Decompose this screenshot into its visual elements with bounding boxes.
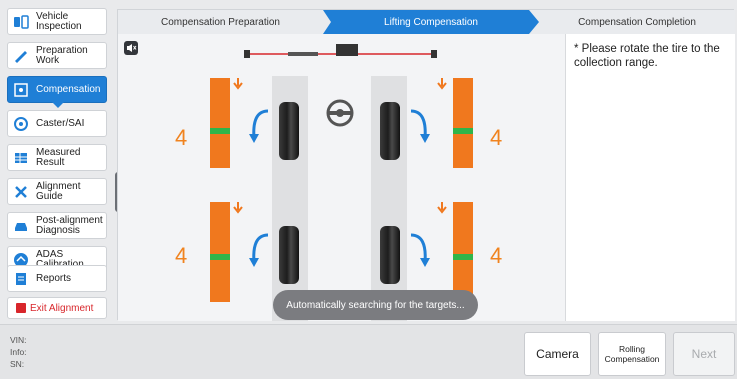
vin-label: VIN: xyxy=(10,335,27,345)
sidebar-item-label: Preparation Work xyxy=(36,44,88,66)
front-right-tire xyxy=(380,102,400,160)
top-target-bar xyxy=(244,44,437,58)
sidebar-item-label: Caster/SAI xyxy=(36,117,85,129)
front-left-target-bar xyxy=(210,78,230,168)
sidebar-item-measured-result[interactable]: Measured Result xyxy=(7,144,107,171)
target-icon xyxy=(12,81,30,99)
sidebar-item-label: Alignment Guide xyxy=(36,180,81,202)
car-diagnosis-icon xyxy=(12,217,30,235)
sidebar-item-post-alignment-diagnosis[interactable]: Post-alignment Diagnosis xyxy=(7,212,107,239)
front-left-value: 4 xyxy=(175,125,188,150)
rotate-arrow-icon xyxy=(249,109,269,143)
status-toast: Automatically searching for the targets.… xyxy=(273,290,478,320)
sidebar-item-label: Measured Result xyxy=(36,146,81,168)
arrow-down-icon xyxy=(233,78,243,90)
sidebar-item-caster-sai[interactable]: Caster/SAI xyxy=(7,110,107,137)
rotate-arrow-icon xyxy=(410,109,430,143)
bottom-bar: VIN: Info: SN: Camera Rolling Compensati… xyxy=(0,324,737,379)
sidebar-item-compensation[interactable]: Compensation xyxy=(7,76,107,108)
mute-icon[interactable] xyxy=(124,41,138,55)
rotate-arrow-icon xyxy=(249,233,269,267)
front-left-green-zone xyxy=(210,128,230,134)
sidebar-item-label: Reports xyxy=(36,272,72,284)
step-compensation-preparation: Compensation Preparation xyxy=(161,16,280,28)
steering-wheel-icon xyxy=(326,99,354,127)
next-button[interactable]: Next xyxy=(673,332,735,376)
rear-left-tire xyxy=(279,226,299,284)
exit-icon xyxy=(16,303,26,313)
main-panel: Compensation Preparation Lifting Compens… xyxy=(117,9,735,321)
wheel-icon xyxy=(12,115,30,133)
front-right-target-bar xyxy=(453,78,473,168)
rear-left-green-zone xyxy=(210,254,230,260)
step-progress-bar: Compensation Preparation Lifting Compens… xyxy=(118,10,735,34)
sidebar-item-reports[interactable]: Reports xyxy=(7,265,107,292)
rear-right-value: 4 xyxy=(490,243,503,268)
info-label: Info: xyxy=(10,347,27,357)
instruction-panel: * Please rotate the tire to the collecti… xyxy=(565,34,735,321)
camera-button[interactable]: Camera xyxy=(524,332,591,376)
tools-icon xyxy=(12,183,30,201)
app-window: Vehicle Inspection Preparation Work Comp… xyxy=(0,0,737,379)
sidebar-item-alignment-guide[interactable]: Alignment Guide xyxy=(7,178,107,205)
front-right-green-zone xyxy=(453,128,473,134)
report-icon xyxy=(12,270,30,288)
rotate-arrow-icon xyxy=(410,233,430,267)
compensation-diagram: 4 4 4 4 Automatically searching for the … xyxy=(118,34,565,321)
wrench-icon xyxy=(12,47,30,65)
rear-right-tire xyxy=(380,226,400,284)
arrow-down-icon xyxy=(233,202,243,214)
rear-left-value: 4 xyxy=(175,243,188,268)
table-icon xyxy=(12,149,30,167)
car-seat-icon xyxy=(12,13,30,31)
front-right-value: 4 xyxy=(490,125,503,150)
instruction-text: * Please rotate the tire to the collecti… xyxy=(574,43,720,69)
exit-alignment-button[interactable]: Exit Alignment xyxy=(7,297,107,319)
arrow-down-icon xyxy=(437,202,447,214)
sidebar: Vehicle Inspection Preparation Work Comp… xyxy=(3,8,110,319)
rear-left-target-bar xyxy=(210,202,230,302)
arrow-down-icon xyxy=(437,78,447,90)
rolling-compensation-button[interactable]: Rolling Compensation xyxy=(598,332,666,376)
sidebar-item-label: Post-alignment Diagnosis xyxy=(36,214,103,236)
sidebar-item-label: Compensation xyxy=(36,83,101,95)
sidebar-item-vehicle-inspection[interactable]: Vehicle Inspection xyxy=(7,8,107,35)
rear-right-target-bar xyxy=(453,202,473,302)
rear-right-green-zone xyxy=(453,254,473,260)
sidebar-item-label: Vehicle Inspection xyxy=(36,10,82,32)
front-left-tire xyxy=(279,102,299,160)
sidebar-item-preparation-work[interactable]: Preparation Work xyxy=(7,42,107,69)
exit-alignment-label: Exit Alignment xyxy=(30,302,94,314)
sn-label: SN: xyxy=(10,359,25,369)
step-compensation-completion: Compensation Completion xyxy=(578,16,696,28)
step-lifting-compensation: Lifting Compensation xyxy=(384,16,478,28)
